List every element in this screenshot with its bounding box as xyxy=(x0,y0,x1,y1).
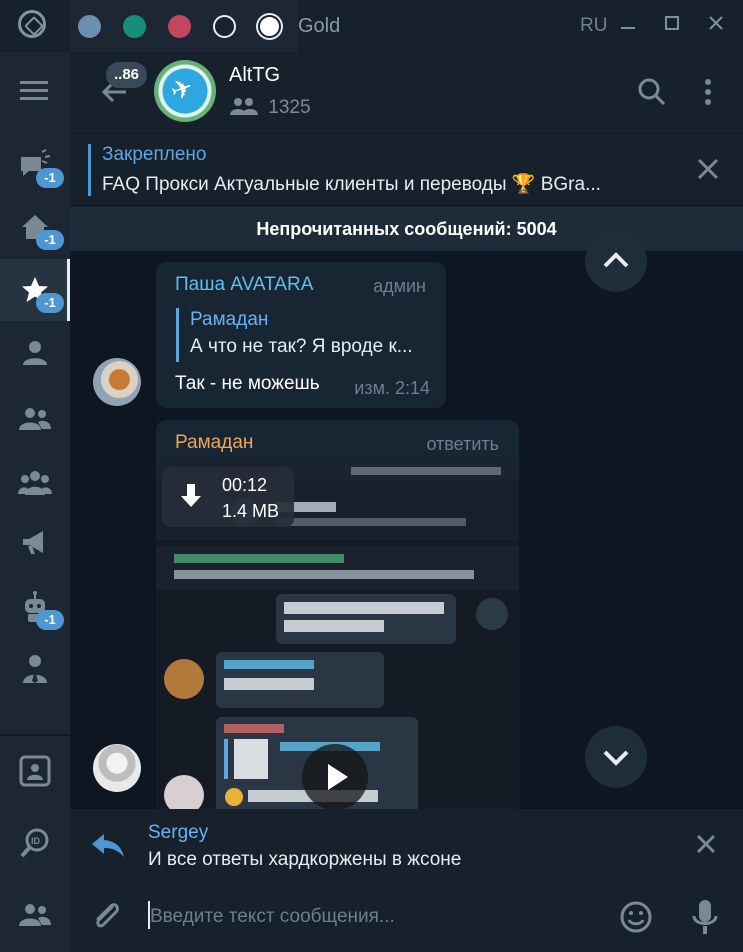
menu-button[interactable] xyxy=(0,60,70,122)
message-bubble[interactable]: Паша AVATARA админ Рамадан А что не так?… xyxy=(156,262,446,408)
members-count: 1325 xyxy=(268,97,311,118)
group-icon xyxy=(18,471,52,495)
play-button[interactable] xyxy=(302,744,368,809)
chat-title[interactable]: AltTG xyxy=(229,64,280,87)
microphone-icon xyxy=(692,900,718,934)
megaphone-icon xyxy=(23,531,43,554)
color-dot-2[interactable] xyxy=(123,15,146,38)
scroll-up-button[interactable] xyxy=(585,230,647,292)
folders-rail: -1 -1 -1 -1 ID xyxy=(0,52,70,952)
video-duration: 00:12 xyxy=(222,475,268,495)
close-icon xyxy=(696,834,716,854)
user-avatar[interactable] xyxy=(93,744,141,792)
close-window-icon[interactable] xyxy=(701,8,731,38)
author-role: админ xyxy=(373,276,426,296)
folder-groups[interactable] xyxy=(0,452,70,514)
reply-accent-bar xyxy=(176,308,179,362)
hamburger-icon xyxy=(20,81,48,100)
reply-target-author: Sergey xyxy=(148,822,209,843)
folder-home[interactable]: -1 xyxy=(0,196,70,258)
folder-unread[interactable]: -1 xyxy=(0,134,70,196)
contact-card-icon xyxy=(19,755,51,787)
accounts-icon xyxy=(19,904,51,926)
compose-bar xyxy=(70,883,743,952)
folder-admin[interactable] xyxy=(0,638,70,700)
message-author[interactable]: Рамадан xyxy=(175,432,253,454)
cancel-reply-button[interactable] xyxy=(695,833,717,855)
pinned-title: Закреплено xyxy=(102,144,207,165)
video-message-bubble[interactable]: Рамадан ответить 00:12 1.4 MB xyxy=(156,420,519,809)
smile-icon xyxy=(620,901,652,933)
person-icon xyxy=(23,341,47,365)
search-id-button[interactable]: ID xyxy=(0,812,70,874)
chat-avatar[interactable] xyxy=(154,60,216,122)
chat-members: 1325 xyxy=(229,96,311,119)
two-persons-icon xyxy=(19,408,51,430)
quoted-author[interactable]: Рамадан xyxy=(190,309,268,331)
folder-badge: -1 xyxy=(36,230,64,250)
pinned-message-bar[interactable]: Закреплено FAQ Прокси Актуальные клиенты… xyxy=(70,134,743,206)
attach-button[interactable] xyxy=(90,899,124,935)
reply-action[interactable]: ответить xyxy=(426,434,499,455)
more-button[interactable] xyxy=(692,76,724,108)
folder-contacts[interactable] xyxy=(0,388,70,450)
maximize-icon[interactable] xyxy=(657,8,687,38)
title-bar: Gold RU xyxy=(0,0,743,52)
contacts-book-button[interactable] xyxy=(0,740,70,802)
message-author[interactable]: Паша AVATARA xyxy=(175,274,313,296)
folder-personal[interactable] xyxy=(0,322,70,384)
reply-preview-panel: Sergey И все ответы хардкоржены в жсоне xyxy=(70,809,743,883)
voice-record-button[interactable] xyxy=(690,898,720,936)
emoji-button[interactable] xyxy=(619,900,653,934)
language-indicator[interactable]: RU xyxy=(580,15,607,37)
folder-channels[interactable] xyxy=(0,512,70,574)
pinned-accent-bar xyxy=(88,144,91,196)
color-dot-5[interactable] xyxy=(258,15,281,38)
folder-favorites[interactable]: -1 xyxy=(0,259,70,321)
video-size: 1.4 MB xyxy=(222,501,280,521)
message-time: изм. 2:14 xyxy=(354,378,430,398)
close-icon xyxy=(697,158,719,180)
folder-bots[interactable]: -1 xyxy=(0,576,70,638)
message-input[interactable] xyxy=(150,903,610,931)
chat-header: ..86 AltTG 1325 xyxy=(70,52,743,134)
color-dot-4[interactable] xyxy=(213,15,236,38)
theme-color-panel xyxy=(70,0,298,52)
video-preview[interactable]: 00:12 1.4 MB xyxy=(156,462,519,809)
chevron-up-icon xyxy=(603,252,629,268)
accounts-button[interactable] xyxy=(0,884,70,946)
color-dot-3[interactable] xyxy=(168,15,191,38)
more-vertical-icon xyxy=(705,79,711,105)
reply-target-text: И все ответы хардкоржены в жсоне xyxy=(148,849,462,870)
reply-arrow-icon xyxy=(90,830,126,860)
user-tie-icon xyxy=(23,655,47,683)
chevron-down-icon xyxy=(603,750,629,766)
search-button[interactable] xyxy=(636,76,668,108)
svg-text:ID: ID xyxy=(31,836,41,846)
theme-name: Gold xyxy=(298,15,341,37)
rail-divider xyxy=(0,734,70,736)
app-logo-icon xyxy=(18,10,46,38)
pinned-text: FAQ Прокси Актуальные клиенты и переводы… xyxy=(102,174,601,195)
video-download-box[interactable]: 00:12 1.4 MB xyxy=(162,467,294,527)
folder-badge: -1 xyxy=(36,610,64,630)
app-window: Gold RU -1 -1 -1 -1 ID ..86 ✈ AltTG 1325… xyxy=(0,0,743,952)
color-dot-1[interactable] xyxy=(78,15,101,38)
folder-badge: -1 xyxy=(36,168,64,188)
message-text: Так - не можешь xyxy=(175,373,320,394)
members-icon xyxy=(230,98,258,115)
search-icon xyxy=(638,78,666,106)
quoted-text[interactable]: А что не так? Я вроде к... xyxy=(190,336,413,358)
download-icon xyxy=(181,484,201,507)
paperclip-icon xyxy=(96,903,119,928)
folder-badge: -1 xyxy=(36,293,64,313)
minimize-icon[interactable] xyxy=(613,8,643,38)
scroll-down-button[interactable] xyxy=(585,726,647,788)
user-avatar[interactable] xyxy=(93,358,141,406)
search-id-icon: ID xyxy=(20,828,49,858)
unread-counter-badge: ..86 xyxy=(106,62,148,88)
pinned-close-button[interactable] xyxy=(695,156,721,182)
